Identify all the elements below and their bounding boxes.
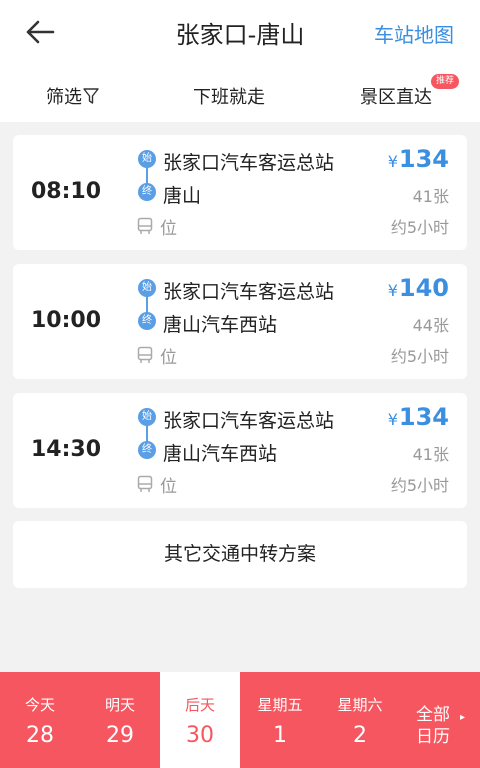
departure-time: 08:10	[31, 179, 102, 204]
seat-label: 位	[160, 348, 177, 368]
day-name: 后天	[184, 696, 215, 714]
trip-duration: 约5小时	[390, 218, 449, 237]
day-name: 星期五	[257, 696, 303, 714]
departure-time: 10:00	[31, 308, 102, 333]
currency-symbol: ¥	[387, 410, 398, 429]
scenic-direct-filter[interactable]: 景区直达	[360, 83, 432, 109]
trip-card[interactable]: 08:10 始 终 张家口汽车客运总站 唐山 位 ¥134 41张 约5小时	[13, 135, 467, 250]
station-map-link[interactable]: 车站地图	[374, 19, 454, 48]
currency-symbol: ¥	[387, 281, 398, 300]
day-date: 2	[353, 723, 367, 748]
date-selector-bar: 今天 28 明天 29 后天 30 星期五 1 星期六 2 全部 日历 ▸	[0, 672, 480, 768]
transfer-plan-button[interactable]: 其它交通中转方案	[13, 521, 467, 588]
end-station: 唐山汽车西站	[163, 443, 278, 465]
day-date: 29	[106, 723, 134, 748]
start-station: 张家口汽车客运总站	[163, 152, 335, 174]
date-tab[interactable]: 今天 28	[0, 672, 80, 768]
start-tag: 始	[138, 150, 156, 168]
ticket-count: 41张	[412, 445, 449, 464]
start-tag: 始	[138, 408, 156, 426]
bus-icon	[137, 475, 153, 492]
day-date: 1	[273, 723, 287, 748]
end-tag: 终	[138, 441, 156, 459]
seat-label: 位	[160, 219, 177, 239]
ticket-count: 41张	[412, 187, 449, 206]
ticket-count: 44张	[412, 316, 449, 335]
trip-card[interactable]: 14:30 始 终 张家口汽车客运总站 唐山汽车西站 位 ¥134 41张 约5…	[13, 393, 467, 508]
start-tag: 始	[138, 279, 156, 297]
price: ¥140	[388, 274, 449, 302]
trip-duration: 约5小时	[390, 347, 449, 366]
header-bar: 张家口-唐山 车站地图	[0, 0, 480, 66]
filter-label: 筛选	[46, 87, 82, 108]
end-tag: 终	[138, 312, 156, 330]
seat-label: 位	[160, 477, 177, 497]
departure-time: 14:30	[31, 437, 102, 462]
start-station: 张家口汽车客运总站	[163, 281, 335, 303]
trip-duration: 约5小时	[390, 476, 449, 495]
end-tag: 终	[138, 183, 156, 201]
date-tab[interactable]: 星期六 2	[320, 672, 400, 768]
date-tab[interactable]: 星期五 1	[240, 672, 320, 768]
day-name: 今天	[24, 696, 55, 714]
bus-icon	[137, 346, 153, 363]
bus-icon	[137, 217, 153, 234]
trip-card[interactable]: 10:00 始 终 张家口汽车客运总站 唐山汽车西站 位 ¥140 44张 约5…	[13, 264, 467, 379]
price: ¥134	[388, 403, 449, 431]
end-station: 唐山	[163, 185, 202, 207]
day-name: 星期六	[337, 696, 383, 714]
price-value: 134	[398, 403, 449, 431]
date-tab-selected[interactable]: 后天 30	[160, 672, 240, 768]
filter-button[interactable]: 筛选	[46, 83, 99, 109]
day-name: 明天	[104, 696, 135, 714]
funnel-icon	[83, 87, 99, 104]
end-station: 唐山汽车西站	[163, 314, 278, 336]
after-work-filter[interactable]: 下班就走	[193, 83, 265, 109]
start-station: 张家口汽车客运总站	[163, 410, 335, 432]
day-date: 28	[26, 723, 54, 748]
date-tab[interactable]: 明天 29	[80, 672, 160, 768]
filter-bar: 筛选 下班就走 景区直达	[0, 66, 480, 122]
currency-symbol: ¥	[387, 152, 398, 171]
recommend-badge: 推荐	[431, 74, 460, 89]
day-date: 30	[186, 723, 214, 748]
price-value: 134	[398, 145, 449, 173]
full-calendar-button[interactable]: 全部 日历 ▸	[400, 672, 480, 768]
price: ¥134	[388, 145, 449, 173]
calendar-label-line2: 日历	[416, 727, 450, 747]
price-value: 140	[398, 274, 449, 302]
chevron-right-icon: ▸	[460, 712, 466, 723]
